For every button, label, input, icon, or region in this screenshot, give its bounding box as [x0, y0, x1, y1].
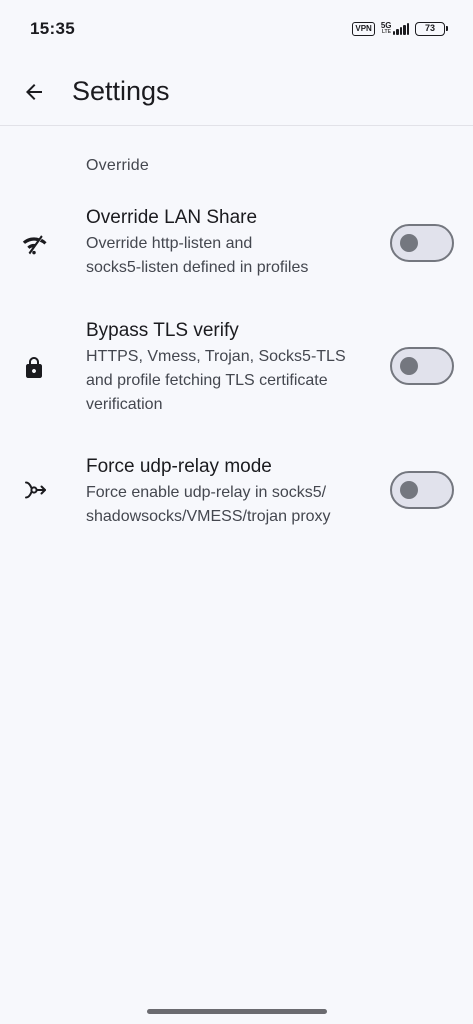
network-subtype: LTE: [381, 29, 391, 35]
page-title: Settings: [72, 76, 170, 106]
arrow-back-icon: [26, 83, 42, 100]
status-time: 15:35: [30, 18, 75, 38]
setting-text: Override LAN Share Override http-listen …: [86, 205, 378, 280]
setting-title: Force udp-relay mode: [86, 456, 272, 477]
setting-description: Force enable udp-relay in socks5/ shadow…: [86, 481, 378, 529]
bypass-tls-verify-switch[interactable]: [390, 347, 454, 385]
setting-description-line: socks5-listen defined in profiles: [86, 259, 309, 276]
force-udp-relay-switch[interactable]: [390, 471, 454, 509]
battery-level: 73: [424, 23, 435, 33]
setting-title: Override LAN Share: [86, 207, 258, 228]
setting-description-line: and profile fetching TLS certificate: [86, 372, 328, 389]
status-icons: VPN 5G LTE 73: [352, 22, 448, 36]
setting-title: Bypass TLS verify: [86, 320, 239, 341]
app-bar: Settings: [0, 58, 473, 126]
setting-description-line: shadowsocks/VMESS/trojan proxy: [86, 508, 331, 525]
switch-thumb: [400, 357, 418, 375]
setting-description: HTTPS, Vmess, Trojan, Socks5-TLS and pro…: [86, 345, 378, 417]
status-bar: 15:35 VPN 5G LTE 73: [0, 0, 473, 58]
section-title: Override: [86, 157, 149, 174]
setting-text: Bypass TLS verify HTTPS, Vmess, Trojan, …: [86, 318, 378, 417]
switch-thumb: [400, 234, 418, 252]
setting-force-udp-relay[interactable]: Force udp-relay mode Force enable udp-re…: [0, 454, 473, 530]
setting-bypass-tls-verify[interactable]: Bypass TLS verify HTTPS, Vmess, Trojan, …: [0, 318, 473, 418]
override-lan-share-switch[interactable]: [390, 224, 454, 262]
setting-text: Force udp-relay mode Force enable udp-re…: [86, 454, 378, 529]
wifi-off-icon: [18, 229, 50, 261]
switch-thumb: [400, 481, 418, 499]
call-merge-icon: [18, 474, 50, 506]
setting-description-line: Override http-listen and: [86, 235, 253, 252]
home-indicator[interactable]: [146, 1009, 327, 1014]
battery-icon: 73: [415, 22, 448, 36]
network-type: 5G: [380, 21, 392, 30]
signal-icon: [392, 23, 409, 35]
back-button[interactable]: [10, 68, 58, 116]
settings-screen: 15:35 VPN 5G LTE 73 Settings Override Ov…: [0, 0, 473, 1024]
setting-description-line: HTTPS, Vmess, Trojan, Socks5-TLS: [86, 348, 346, 365]
setting-description-line: Force enable udp-relay in socks5/: [86, 484, 327, 501]
network-indicator: 5G LTE: [381, 22, 409, 36]
setting-description: Override http-listen and socks5-listen d…: [86, 232, 378, 280]
vpn-badge: VPN: [352, 22, 375, 36]
setting-override-lan-share[interactable]: Override LAN Share Override http-listen …: [0, 205, 473, 285]
setting-description-line: verification: [86, 396, 163, 413]
lock-icon: [18, 352, 50, 384]
